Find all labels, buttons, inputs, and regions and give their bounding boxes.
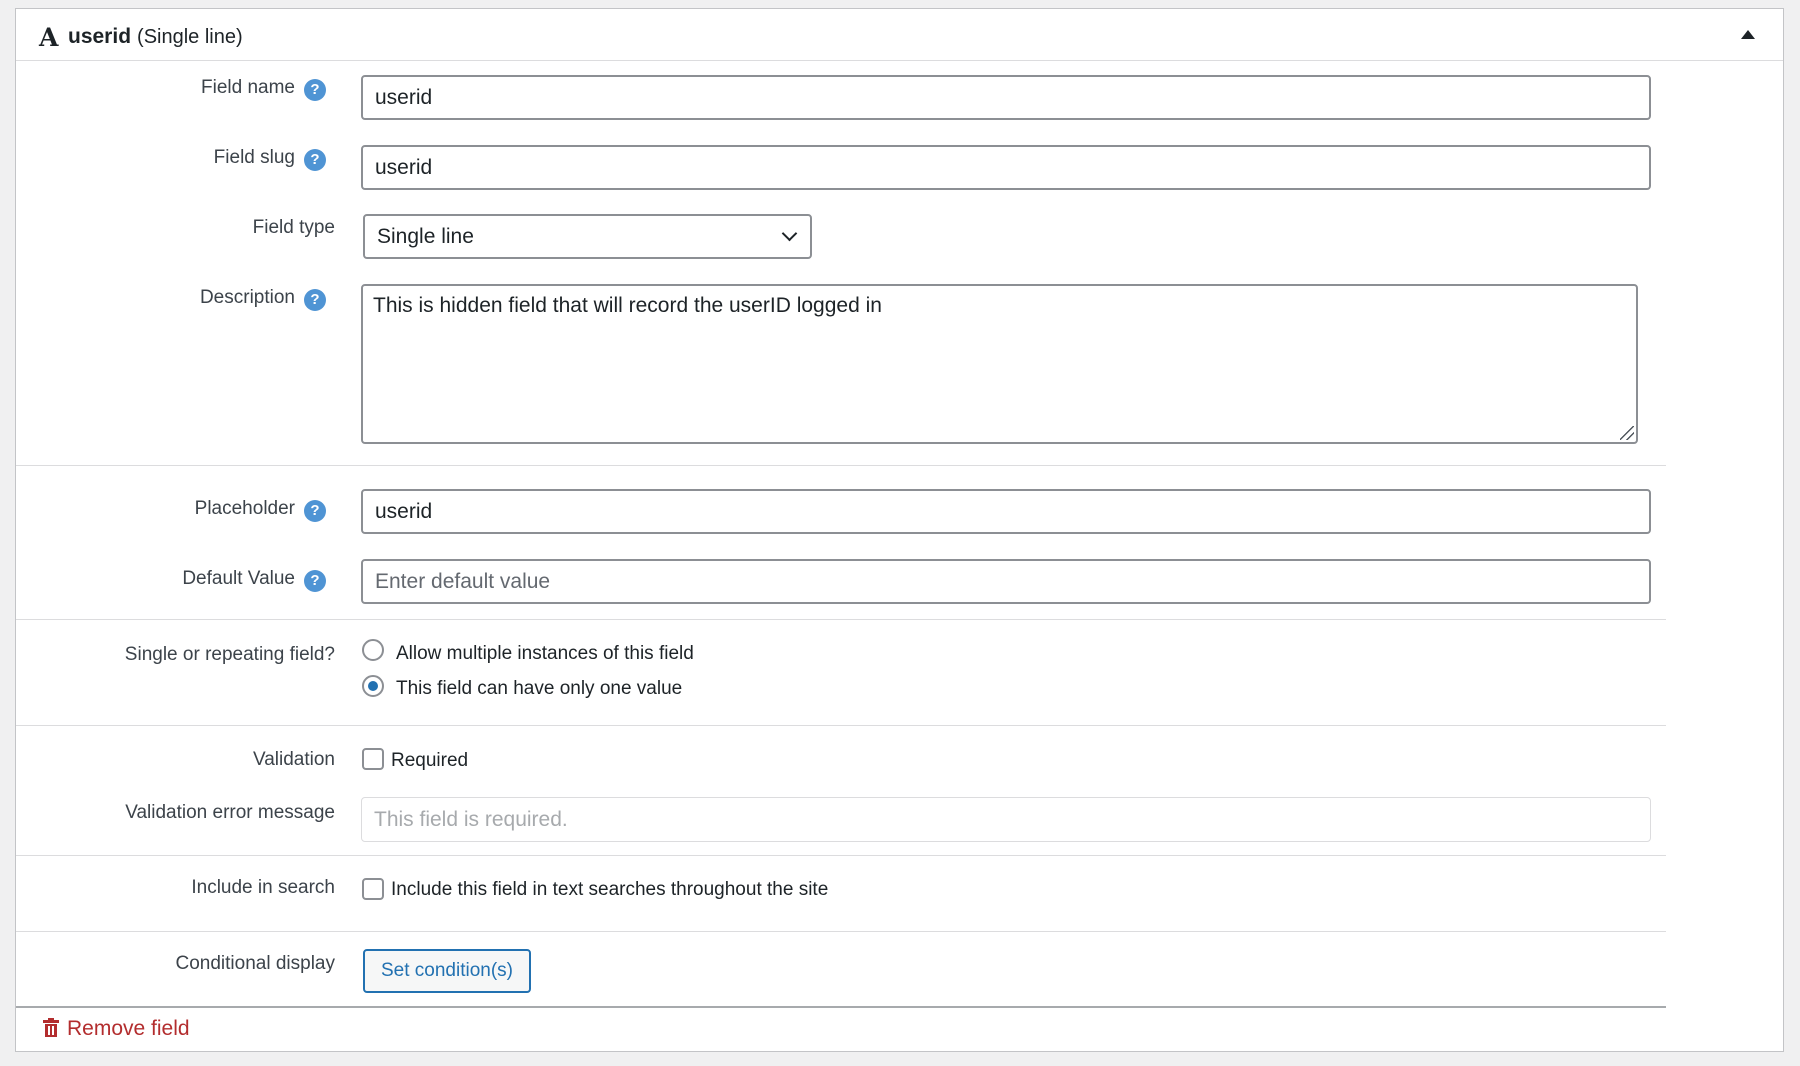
remove-field-label: Remove field — [67, 1017, 190, 1040]
required-label[interactable]: Required — [391, 750, 468, 772]
section-divider — [16, 465, 1666, 466]
chevron-down-icon — [781, 225, 798, 242]
include-search-checkbox[interactable] — [362, 878, 384, 900]
help-icon[interactable]: ? — [304, 149, 326, 171]
collapse-icon[interactable] — [1741, 30, 1755, 39]
section-divider — [16, 725, 1666, 726]
field-header[interactable]: A userid (Single line) — [16, 9, 1783, 61]
validation-label: Validation — [252, 749, 335, 770]
help-icon[interactable]: ? — [304, 570, 326, 592]
single-value-radio[interactable] — [362, 675, 384, 697]
help-icon[interactable]: ? — [304, 289, 326, 311]
section-divider — [16, 855, 1666, 856]
field-type-label: Field type — [252, 217, 335, 238]
help-icon[interactable]: ? — [304, 500, 326, 522]
field-name-input[interactable] — [361, 75, 1651, 120]
placeholder-label: Placeholder — [194, 498, 295, 519]
single-value-label[interactable]: This field can have only one value — [396, 678, 682, 700]
allow-multiple-label[interactable]: Allow multiple instances of this field — [396, 643, 694, 665]
required-checkbox[interactable] — [362, 748, 384, 770]
validation-error-input[interactable] — [361, 797, 1651, 842]
field-header-title: userid (Single line) — [68, 25, 243, 49]
include-search-option-label[interactable]: Include this field in text searches thro… — [391, 879, 828, 901]
description-textarea[interactable]: This is hidden field that will record th… — [361, 284, 1638, 444]
default-value-input[interactable] — [361, 559, 1651, 604]
trash-icon — [43, 1018, 59, 1037]
field-type-select[interactable]: Single line — [363, 214, 812, 259]
field-slug-input[interactable] — [361, 145, 1651, 190]
field-panel: A userid(Single line) Field name ? Field… — [15, 8, 1784, 1052]
resize-handle-icon[interactable] — [1620, 426, 1634, 440]
set-conditions-button[interactable]: Set condition(s) — [363, 949, 531, 993]
help-icon[interactable]: ? — [304, 79, 326, 101]
include-search-label: Include in search — [191, 877, 335, 898]
header-field-name: userid — [68, 25, 132, 48]
section-divider — [16, 619, 1666, 620]
validation-error-label: Validation error message — [125, 802, 335, 823]
remove-field-link[interactable]: Remove field — [43, 1017, 190, 1041]
field-name-label: Field name — [201, 77, 295, 98]
letter-a-icon: A — [39, 23, 59, 52]
allow-multiple-radio[interactable] — [362, 639, 384, 661]
conditional-display-label: Conditional display — [175, 953, 336, 974]
footer-divider — [16, 1006, 1666, 1008]
default-value-label: Default Value — [182, 568, 295, 589]
field-type-selected: Single line — [377, 225, 474, 248]
field-slug-label: Field slug — [213, 147, 295, 168]
placeholder-input[interactable] — [361, 489, 1651, 534]
header-field-type: (Single line) — [137, 26, 243, 48]
section-divider — [16, 931, 1666, 932]
repeating-label: Single or repeating field? — [124, 644, 335, 665]
description-label: Description — [199, 287, 295, 308]
